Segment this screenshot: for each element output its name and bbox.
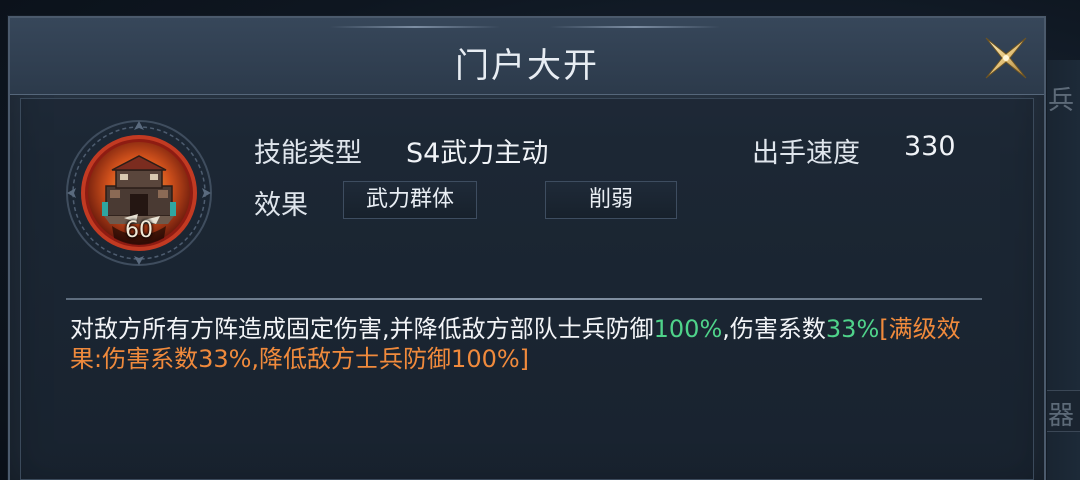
attack-speed-value: 330 [904, 131, 956, 162]
section-divider [66, 298, 982, 300]
background-side-label: 器 [1047, 401, 1074, 431]
dialog-title: 门户大开 [455, 46, 599, 86]
fortress-gate-icon [66, 120, 212, 266]
dialog-header: 门户大开 [10, 18, 1044, 95]
skill-type-label: 技能类型 [254, 138, 362, 169]
skill-type-value: S4武力主动 [406, 138, 549, 169]
skill-description: 对敌方所有方阵造成固定伤害,并降低敌方部队士兵防御100%,伤害系数33%[满级… [70, 314, 982, 374]
damage-coefficient-value: 33% [825, 315, 880, 343]
effect-tag-debuff: 削弱 [545, 181, 677, 219]
game-screen: 兵 器 门户大开 60 技能类型 S4武力主动 出手速度 330 效果 武力群体… [0, 0, 1080, 480]
background-side-label: 兵 [1047, 86, 1074, 116]
effect-tag-aoe-force: 武力群体 [343, 181, 477, 219]
close-x-icon [985, 37, 1027, 79]
defense-reduction-value: 100% [653, 315, 723, 343]
skill-level: 60 [125, 218, 153, 243]
skill-icon-badge: 60 [64, 118, 214, 268]
header-ornament [550, 26, 720, 28]
description-text: ,伤害系数 [722, 315, 826, 343]
close-button[interactable] [978, 30, 1034, 86]
description-text: 对敌方所有方阵造成固定伤害,并降低敌方部队士兵防御 [70, 315, 654, 343]
attack-speed-label: 出手速度 [752, 138, 860, 169]
header-ornament [330, 26, 500, 28]
effect-label: 效果 [254, 190, 308, 221]
